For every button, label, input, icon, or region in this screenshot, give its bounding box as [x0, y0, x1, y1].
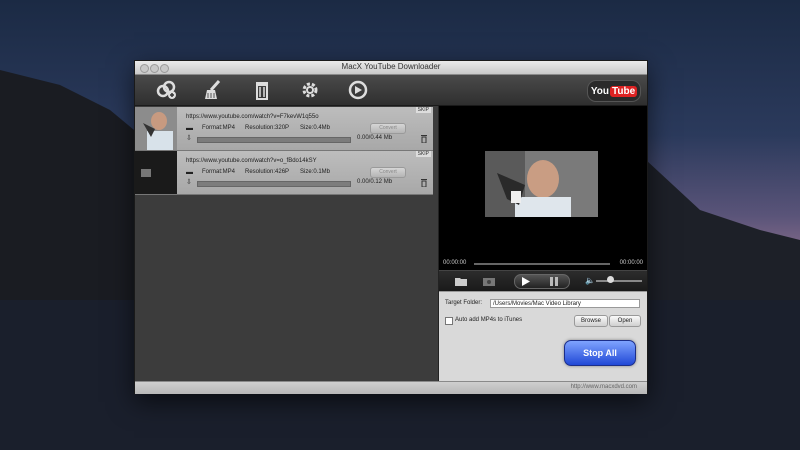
download-progress-text: 0.00/0.12 Mb [357, 179, 393, 185]
video-size: Size:0.4Mb [300, 125, 331, 131]
volume-icon: 🔈 [585, 276, 595, 285]
time-bar: 00:00:00 00:00:00 [439, 259, 647, 269]
open-button[interactable]: Open [609, 315, 641, 327]
stop-all-button[interactable]: Stop All [564, 340, 636, 366]
toolbar: You Tube [135, 75, 647, 106]
download-list: https://www.youtube.com/watch?v=F7kevW1q… [135, 106, 439, 381]
volume-knob[interactable] [607, 276, 614, 283]
youtube-logo-tube: Tube [610, 85, 638, 97]
video-format-icon: ▬ [186, 125, 193, 132]
video-format: Format:MP4 [202, 125, 236, 131]
app-window: MacX YouTube Downloader You Tube https:/… [134, 60, 648, 394]
download-icon: ⇩ [186, 135, 192, 142]
playback-buttons [514, 274, 570, 289]
trash-icon [256, 82, 268, 100]
video-thumbnail [135, 107, 177, 150]
download-progress-bar [197, 137, 351, 143]
video-preview [485, 151, 598, 217]
update-button[interactable] [345, 78, 371, 102]
website-link[interactable]: http://www.macxdvd.com [571, 384, 637, 390]
convert-button[interactable]: Convert [370, 167, 406, 178]
seek-slider[interactable] [474, 263, 610, 265]
status-bar: http://www.macxdvd.com [135, 381, 647, 394]
settings-panel: Target Folder: /Users/Movies/Mac Video L… [439, 291, 647, 382]
skip-badge[interactable]: SKIP [415, 107, 431, 113]
gear-icon [302, 82, 318, 98]
volume-slider[interactable] [596, 280, 642, 282]
remove-item-icon[interactable] [421, 179, 427, 187]
clean-button[interactable] [201, 78, 227, 102]
video-resolution: Resolution:426P [245, 169, 290, 175]
itunes-label: Auto add MP4s to iTunes [455, 317, 523, 323]
settings-button[interactable] [297, 78, 323, 102]
video-url: https://www.youtube.com/watch?v=o_fBdo14… [186, 158, 317, 164]
download-icon: ⇩ [186, 179, 192, 186]
video-format: Format:MP4 [202, 169, 236, 175]
remove-item-icon[interactable] [421, 135, 427, 143]
download-progress-text: 0.00/0.44 Mb [357, 135, 393, 141]
video-format-icon: ▬ [186, 169, 193, 176]
total-time: 00:00:00 [619, 260, 643, 266]
itunes-checkbox[interactable] [445, 317, 453, 325]
current-time: 00:00:00 [443, 260, 467, 266]
add-link-icon [156, 80, 176, 99]
player-controls: 🔈 [439, 270, 647, 291]
delete-button[interactable] [249, 78, 275, 102]
download-item[interactable]: https://www.youtube.com/watch?v=F7kevW1q… [135, 107, 433, 151]
clean-brush-icon [205, 80, 221, 99]
download-progress-bar [197, 181, 351, 187]
download-item[interactable]: https://www.youtube.com/watch?v=o_fBdo14… [135, 151, 433, 195]
convert-button[interactable]: Convert [370, 123, 406, 134]
video-thumbnail [135, 151, 177, 194]
browse-button[interactable]: Browse [574, 315, 608, 327]
play-icon[interactable] [521, 277, 531, 286]
window-title: MacX YouTube Downloader [341, 62, 441, 71]
youtube-logo[interactable]: You Tube [587, 80, 641, 102]
target-folder-label: Target Folder: [445, 300, 483, 306]
target-folder-input[interactable]: /Users/Movies/Mac Video Library [490, 299, 640, 308]
title-bar: MacX YouTube Downloader [135, 61, 647, 75]
preview-pane: 00:00:00 00:00:00 🔈 Target Folder: /User… [439, 106, 647, 382]
video-url: https://www.youtube.com/watch?v=F7kevW1q… [186, 114, 319, 120]
pause-icon[interactable] [549, 277, 559, 286]
add-url-button[interactable] [153, 78, 179, 102]
update-icon [348, 80, 368, 100]
camera-icon[interactable] [483, 276, 495, 286]
skip-badge[interactable]: SKIP [415, 151, 431, 157]
video-resolution: Resolution:320P [245, 125, 290, 131]
video-size: Size:0.1Mb [300, 169, 331, 175]
youtube-logo-you: You [590, 85, 609, 97]
folder-icon[interactable] [455, 276, 467, 286]
